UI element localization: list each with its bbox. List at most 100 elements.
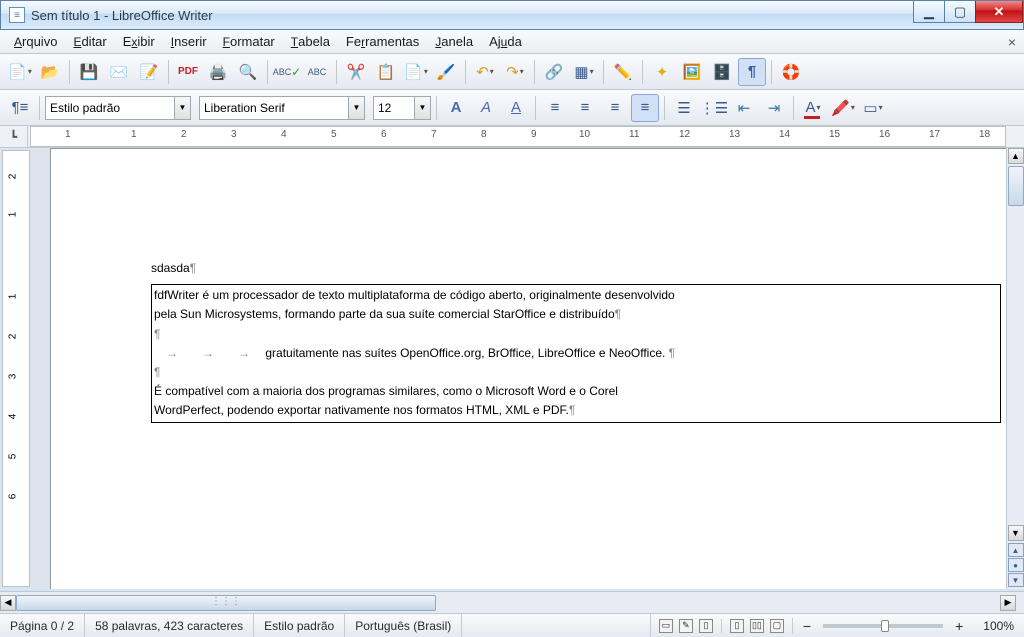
font-color-button[interactable]: A▾ bbox=[799, 94, 827, 122]
horizontal-ruler[interactable]: ┗ 1 1 2 3 4 5 6 7 8 9 10 11 12 13 14 15 … bbox=[0, 126, 1024, 148]
hyperlink-button[interactable]: 🔗 bbox=[540, 58, 568, 86]
paste-button[interactable]: 📄▾ bbox=[402, 58, 430, 86]
cut-button[interactable]: ✂️ bbox=[342, 58, 370, 86]
scroll-thumb[interactable] bbox=[1008, 166, 1024, 206]
decrease-indent-button[interactable]: ⇤ bbox=[730, 94, 758, 122]
scroll-down-button[interactable]: ▼ bbox=[1008, 525, 1024, 541]
format-paintbrush-button[interactable]: 🖌️ bbox=[432, 58, 460, 86]
auto-spellcheck-button[interactable]: ABC bbox=[303, 58, 331, 86]
maximize-button[interactable] bbox=[944, 1, 976, 23]
font-name-combo[interactable]: Liberation Serif bbox=[199, 96, 349, 120]
status-page[interactable]: Página 0 / 2 bbox=[0, 614, 85, 637]
redo-button[interactable]: ↷▾ bbox=[501, 58, 529, 86]
navigator-button[interactable]: ✦ bbox=[648, 58, 676, 86]
print-button[interactable]: 🖨️ bbox=[204, 58, 232, 86]
navigation-button[interactable]: ● bbox=[1008, 558, 1024, 572]
scroll-right-button[interactable]: ▶ bbox=[1000, 595, 1016, 611]
italic-button[interactable]: A bbox=[472, 94, 500, 122]
page-scroll-area[interactable]: sdasda ¶ fdfWriter é um processador de te… bbox=[32, 148, 1006, 589]
status-style[interactable]: Estilo padrão bbox=[254, 614, 345, 637]
status-insert-mode[interactable] bbox=[462, 614, 651, 637]
align-center-button[interactable]: ≡ bbox=[571, 94, 599, 122]
selection-mode-icon[interactable]: ▭ bbox=[659, 619, 673, 633]
print-preview-button[interactable]: 🔍 bbox=[234, 58, 262, 86]
prev-page-button[interactable]: ▲ bbox=[1008, 543, 1024, 557]
copy-button[interactable]: 📋 bbox=[372, 58, 400, 86]
drawing-button[interactable]: ✏️ bbox=[609, 58, 637, 86]
vertical-scrollbar[interactable]: ▲ ▼ ▲ ● ▼ bbox=[1006, 148, 1024, 589]
para4-line2[interactable]: WordPerfect, podendo exportar nativament… bbox=[154, 403, 569, 417]
paragraph-style-combo[interactable]: Estilo padrão bbox=[45, 96, 175, 120]
status-wordcount[interactable]: 58 palavras, 423 caracteres bbox=[85, 614, 254, 637]
undo-button[interactable]: ↶▾ bbox=[471, 58, 499, 86]
email-button[interactable]: ✉️ bbox=[105, 58, 133, 86]
menu-tabela[interactable]: Tabela bbox=[283, 31, 338, 52]
underline-button[interactable]: A bbox=[502, 94, 530, 122]
hscroll-thumb[interactable]: ⋮⋮⋮ bbox=[16, 595, 436, 611]
view-single-page-icon[interactable]: ▯ bbox=[730, 619, 744, 633]
pilcrow-icon: ¶ bbox=[154, 327, 160, 341]
edit-doc-button[interactable]: 📝 bbox=[135, 58, 163, 86]
close-doc-button[interactable]: × bbox=[1008, 34, 1016, 50]
font-name-dropdown[interactable]: ▼ bbox=[349, 96, 365, 120]
gallery-button[interactable]: 🖼️ bbox=[678, 58, 706, 86]
align-left-button[interactable]: ≡ bbox=[541, 94, 569, 122]
highlight-button[interactable]: 🖍️▾ bbox=[829, 94, 857, 122]
align-right-button[interactable]: ≡ bbox=[601, 94, 629, 122]
new-button[interactable]: 📄▾ bbox=[6, 58, 34, 86]
digital-signature-icon[interactable]: ▯ bbox=[699, 619, 713, 633]
menu-ajuda[interactable]: Ajuda bbox=[481, 31, 530, 52]
spellcheck-button[interactable]: ABC✓ bbox=[273, 58, 301, 86]
paragraph-style-dropdown[interactable]: ▼ bbox=[175, 96, 191, 120]
pilcrow-icon: ¶ bbox=[615, 307, 621, 321]
numbered-list-button[interactable]: ☰ bbox=[670, 94, 698, 122]
para4-line1[interactable]: É compatível com a maioria dos programas… bbox=[154, 384, 618, 398]
increase-indent-button[interactable]: ⇥ bbox=[760, 94, 788, 122]
doc-modified-icon[interactable]: ✎ bbox=[679, 619, 693, 633]
para2-line1[interactable]: fdfWriter é um processador de texto mult… bbox=[154, 288, 675, 302]
bullet-list-button[interactable]: ⋮☰ bbox=[700, 94, 728, 122]
close-button[interactable] bbox=[975, 1, 1023, 23]
page-text-content[interactable]: sdasda ¶ fdfWriter é um processador de te… bbox=[51, 149, 1006, 443]
background-color-button[interactable]: ▭▾ bbox=[859, 94, 887, 122]
next-page-button[interactable]: ▼ bbox=[1008, 573, 1024, 587]
align-justify-button[interactable]: ≡ bbox=[631, 94, 659, 122]
menu-editar[interactable]: Editar bbox=[65, 31, 114, 52]
nonprinting-chars-button[interactable]: ¶ bbox=[738, 58, 766, 86]
menu-janela[interactable]: Janela bbox=[427, 31, 481, 52]
menu-ferramentas[interactable]: Ferramentas bbox=[338, 31, 427, 52]
table-button[interactable]: ▦▾ bbox=[570, 58, 598, 86]
font-size-dropdown[interactable]: ▼ bbox=[415, 96, 431, 120]
para3[interactable]: gratuitamente nas suítes OpenOffice.org,… bbox=[265, 346, 665, 360]
document-page[interactable]: sdasda ¶ fdfWriter é um processador de te… bbox=[50, 148, 1006, 589]
text-frame[interactable]: fdfWriter é um processador de texto mult… bbox=[151, 284, 1001, 422]
menu-exibir[interactable]: Exibir bbox=[115, 31, 163, 52]
zoom-slider[interactable] bbox=[823, 624, 943, 628]
formatting-toolbar: ¶≡ Estilo padrão ▼ Liberation Serif ▼ 12… bbox=[0, 90, 1024, 126]
export-pdf-button[interactable]: PDF bbox=[174, 58, 202, 86]
view-book-icon[interactable]: ▢ bbox=[770, 619, 784, 633]
menu-formatar[interactable]: Formatar bbox=[215, 31, 283, 52]
menu-inserir[interactable]: Inserir bbox=[163, 31, 215, 52]
horizontal-scrollbar[interactable]: ◀ ⋮⋮⋮ ▶ bbox=[0, 591, 1024, 613]
para2-line2[interactable]: pela Sun Microsystems, formando parte da… bbox=[154, 307, 615, 321]
tab-char-icon: → bbox=[154, 344, 190, 363]
status-language[interactable]: Português (Brasil) bbox=[345, 614, 462, 637]
zoom-out-button[interactable]: − bbox=[799, 618, 815, 634]
text-line-1[interactable]: sdasda bbox=[151, 261, 190, 275]
minimize-button[interactable] bbox=[913, 1, 945, 23]
menu-arquivo[interactable]: Arquivo bbox=[6, 31, 65, 52]
scroll-left-button[interactable]: ◀ bbox=[0, 595, 16, 611]
styles-window-button[interactable]: ¶≡ bbox=[6, 94, 34, 122]
open-button[interactable]: 📂 bbox=[36, 58, 64, 86]
status-zoom[interactable]: 100% bbox=[973, 614, 1024, 637]
bold-button[interactable]: A bbox=[442, 94, 470, 122]
font-size-combo[interactable]: 12 bbox=[373, 96, 415, 120]
datasources-button[interactable]: 🗄️ bbox=[708, 58, 736, 86]
scroll-up-button[interactable]: ▲ bbox=[1008, 148, 1024, 164]
vertical-ruler[interactable]: 2 1 1 2 3 4 5 6 bbox=[2, 150, 30, 587]
help-button[interactable]: 🛟 bbox=[777, 58, 805, 86]
view-multi-page-icon[interactable]: ▯▯ bbox=[750, 619, 764, 633]
save-button[interactable]: 💾 bbox=[75, 58, 103, 86]
zoom-in-button[interactable]: + bbox=[951, 618, 967, 634]
